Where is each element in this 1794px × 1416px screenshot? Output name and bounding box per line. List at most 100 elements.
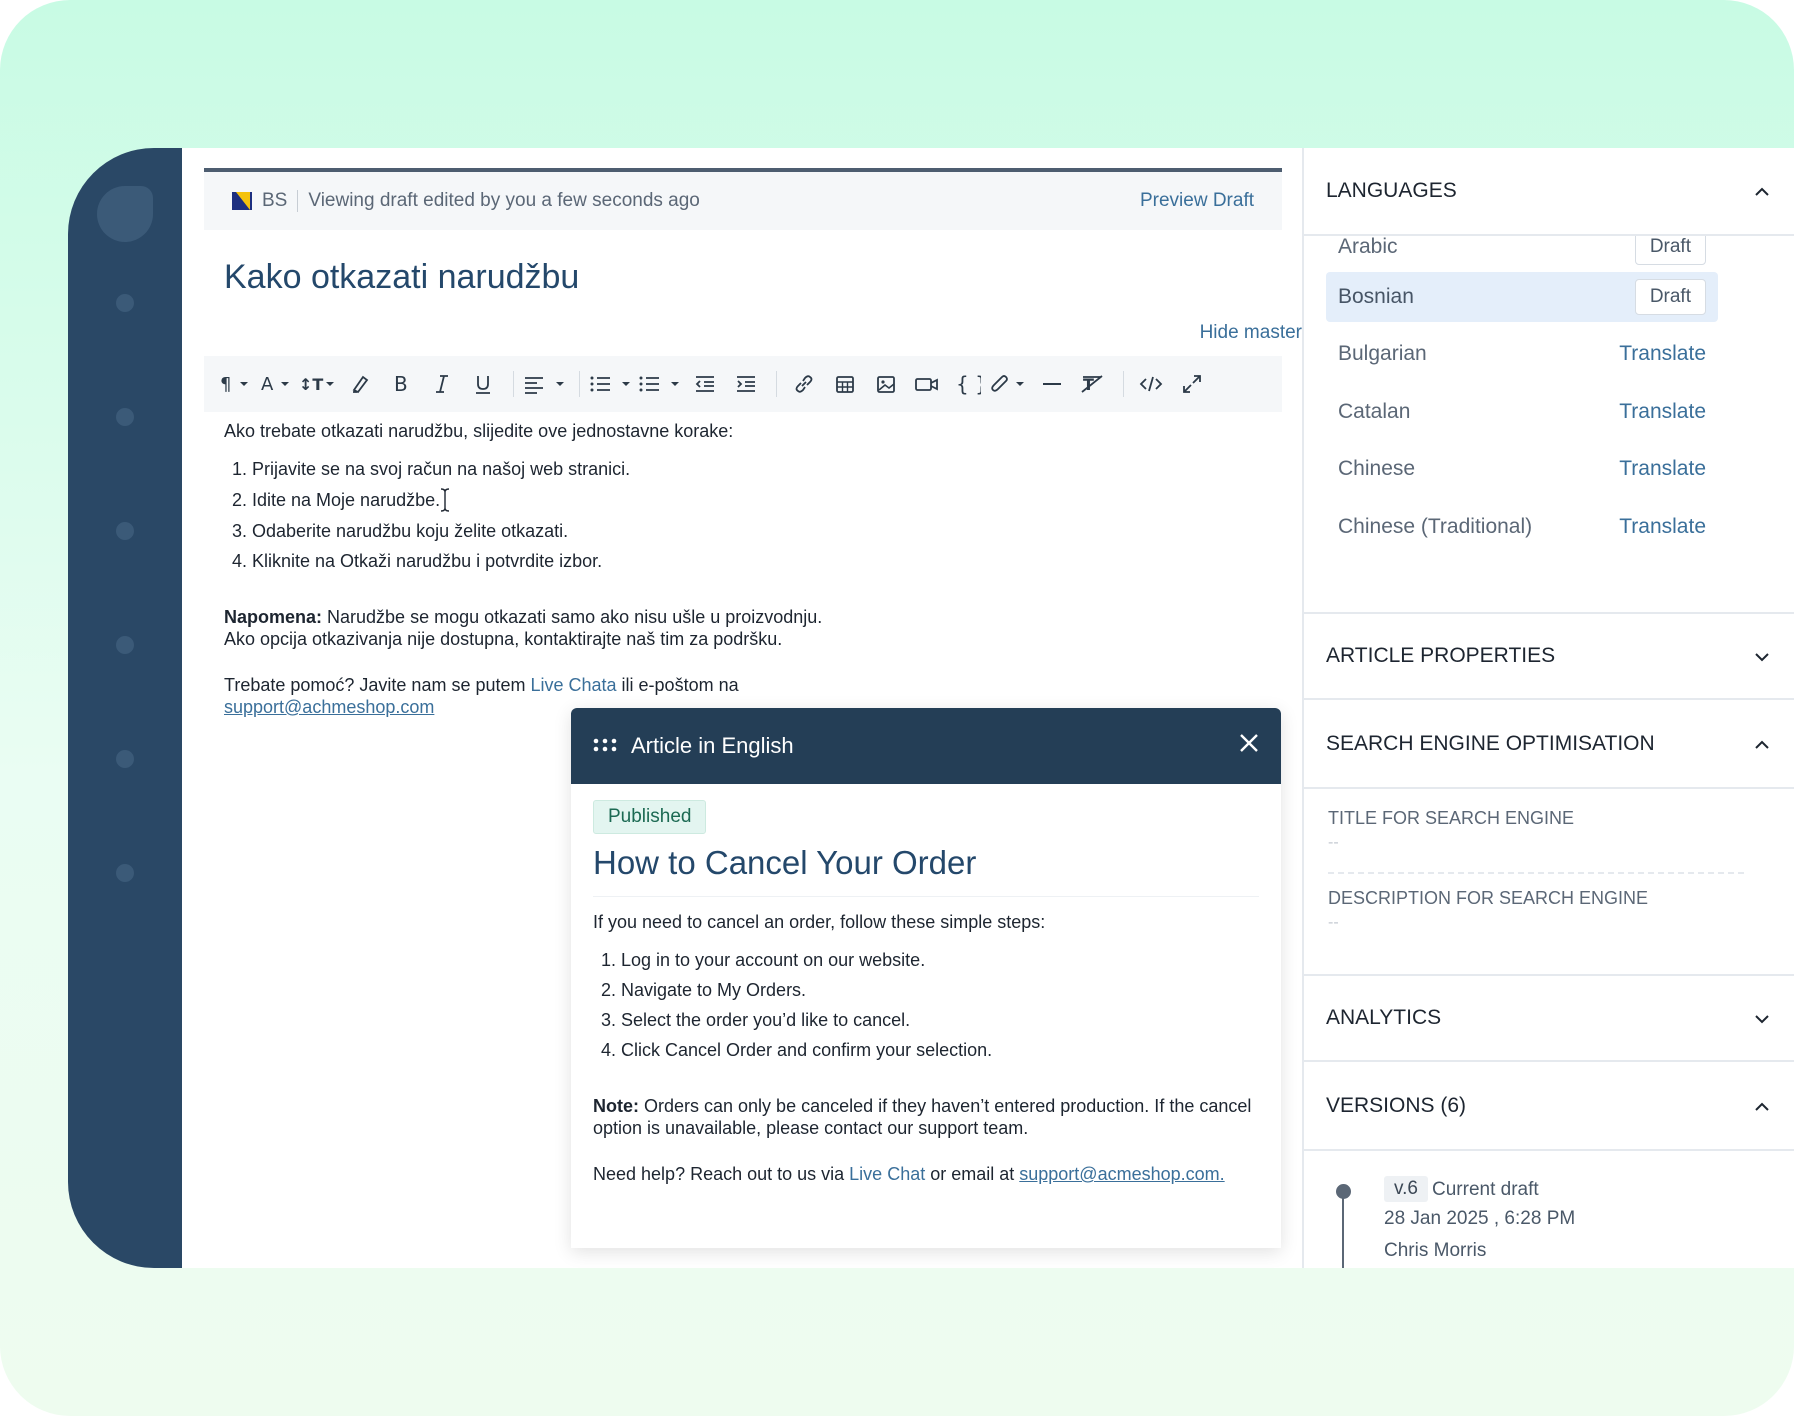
chevron-up-icon[interactable] [1754, 179, 1770, 203]
version-label[interactable]: Current draft [1432, 1179, 1539, 1201]
english-article-title: How to Cancel Your Order [593, 844, 1259, 897]
preview-draft-link[interactable]: Preview Draft [1140, 190, 1254, 212]
english-article-popup: Article in English Published How to Canc… [571, 708, 1281, 1248]
support-email-link[interactable]: support@acmeshop.com. [1019, 1164, 1224, 1184]
indent-icon[interactable] [727, 364, 765, 404]
english-help: Need help? Reach out to us via Live Chat… [593, 1164, 1225, 1184]
article-steps: Prijavite se na svoj račun na našoj web … [224, 458, 1264, 572]
code-block-icon[interactable]: { } [949, 364, 987, 404]
svg-text:B: B [394, 373, 408, 395]
language-row-catalan[interactable]: Catalan Translate [1326, 387, 1718, 437]
live-chat-link[interactable]: Live Chat [849, 1164, 925, 1184]
version-tag[interactable]: v.6 [1384, 1176, 1428, 1202]
seo-title-value[interactable]: -- [1328, 834, 1339, 852]
chevron-down-icon[interactable] [1754, 644, 1770, 668]
seo-section-header[interactable]: SEARCH ENGINE OPTIMISATION [1304, 701, 1794, 789]
sidebar-nav-icon-4[interactable] [116, 636, 134, 654]
article-properties-header[interactable]: ARTICLE PROPERTIES [1304, 612, 1794, 700]
toolbar-separator [513, 371, 514, 397]
popup-header[interactable]: Article in English [571, 708, 1281, 784]
chevron-up-icon[interactable] [1754, 1094, 1770, 1118]
chevron-down-icon[interactable] [1754, 1006, 1770, 1030]
editor-content[interactable]: Ako trebate otkazati narudžbu, slijedite… [224, 420, 1264, 718]
translate-link[interactable]: Translate [1619, 457, 1706, 481]
sidebar-nav-icon-5[interactable] [116, 750, 134, 768]
drag-handle-icon[interactable] [593, 733, 617, 759]
app-frame: BS Viewing draft edited by you a few sec… [0, 0, 1794, 1416]
html-icon[interactable] [1132, 364, 1170, 404]
language-code: BS [262, 190, 299, 212]
text-cursor-icon [440, 488, 450, 512]
clear-format-icon[interactable]: T [1074, 364, 1112, 404]
font-color-icon[interactable]: A [257, 364, 295, 404]
outdent-icon[interactable] [686, 364, 724, 404]
live-chat-link[interactable]: Live Chata [530, 675, 616, 695]
bullet-list-icon[interactable] [588, 364, 634, 404]
list-item: Prijavite se na svoj račun na našoj web … [252, 458, 1264, 480]
attachment-icon[interactable] [990, 364, 1030, 404]
app-logo-icon[interactable] [97, 186, 153, 242]
language-row-bulgarian[interactable]: Bulgarian Translate [1326, 329, 1718, 379]
right-panel: Arabic Draft Bosnian Draft Bulgarian Tra… [1302, 148, 1794, 1268]
underline-icon[interactable] [464, 364, 502, 404]
highlighter-icon[interactable] [341, 364, 379, 404]
editor-toolbar: ¶ A ↕T B {T [204, 356, 1282, 412]
translate-link[interactable]: Translate [1619, 400, 1706, 424]
list-item: Select the order you’d like to cancel. [621, 1009, 1259, 1031]
svg-text:↕T: ↕T [299, 375, 323, 394]
translate-link[interactable]: Translate [1619, 515, 1706, 539]
article-intro: Ako trebate otkazati narudžbu, slijedite… [224, 421, 734, 441]
analytics-section-header[interactable]: ANALYTICS [1304, 974, 1794, 1062]
support-email-link[interactable]: support@achmeshop.com [224, 697, 434, 717]
list-item: Navigate to My Orders. [621, 979, 1259, 1001]
svg-text:¶: ¶ [220, 374, 231, 394]
version-dot-icon [1336, 1184, 1351, 1199]
numbered-list-icon[interactable] [637, 364, 683, 404]
sidebar-nav-icon-3[interactable] [116, 522, 134, 540]
english-note: Note: Orders can only be canceled if the… [593, 1096, 1252, 1138]
language-row-chinese-traditional[interactable]: Chinese (Traditional) Translate [1326, 502, 1718, 552]
article-note: Napomena: Narudžbe se mogu otkazati samo… [224, 607, 823, 649]
draft-banner: BS Viewing draft edited by you a few sec… [204, 168, 1282, 230]
hide-master-link[interactable]: Hide master [1200, 322, 1302, 344]
align-icon[interactable] [522, 364, 568, 404]
versions-section-header[interactable]: VERSIONS (6) [1304, 1063, 1794, 1151]
bold-icon[interactable]: B [382, 364, 420, 404]
video-icon[interactable] [908, 364, 946, 404]
bosnia-flag-icon [232, 192, 252, 210]
sidebar-nav-icon-1[interactable] [116, 294, 134, 312]
seo-description-value[interactable]: -- [1328, 914, 1339, 932]
sidebar-nav-icon-2[interactable] [116, 408, 134, 426]
horizontal-rule-icon[interactable] [1033, 364, 1071, 404]
italic-icon[interactable] [423, 364, 461, 404]
close-icon[interactable] [1239, 733, 1259, 759]
language-row-chinese[interactable]: Chinese Translate [1326, 444, 1718, 494]
language-row-bosnian[interactable]: Bosnian Draft [1326, 272, 1718, 322]
list-item: Log in to your account on our website. [621, 949, 1259, 971]
image-icon[interactable] [867, 364, 905, 404]
draft-button[interactable]: Draft [1634, 279, 1706, 315]
paragraph-icon[interactable]: ¶ [216, 364, 254, 404]
link-icon[interactable] [785, 364, 823, 404]
chevron-up-icon[interactable] [1754, 732, 1770, 756]
toolbar-separator [776, 371, 777, 397]
english-steps: Log in to your account on our website. N… [593, 949, 1259, 1061]
published-badge: Published [593, 800, 707, 834]
version-date: 28 Jan 2025 , 6:28 PM [1384, 1208, 1576, 1229]
field-divider [1328, 872, 1744, 874]
table-icon[interactable] [826, 364, 864, 404]
left-sidebar [68, 148, 182, 1268]
english-article-content: If you need to cancel an order, follow t… [593, 911, 1259, 1185]
font-size-icon[interactable]: ↕T [298, 364, 338, 404]
version-timeline [1342, 1194, 1344, 1268]
toolbar-separator [579, 371, 580, 397]
languages-section-header[interactable]: LANGUAGES [1304, 148, 1794, 236]
fullscreen-icon[interactable] [1173, 364, 1211, 404]
english-intro: If you need to cancel an order, follow t… [593, 912, 1046, 932]
list-item: Odaberite narudžbu koju želite otkazati. [252, 520, 1264, 542]
translate-link[interactable]: Translate [1619, 342, 1706, 366]
list-item: Click Cancel Order and confirm your sele… [621, 1039, 1259, 1061]
list-item: Idite na Moje narudžbe. [252, 488, 1264, 512]
sidebar-nav-icon-6[interactable] [116, 864, 134, 882]
article-title[interactable]: Kako otkazati narudžbu [224, 258, 579, 297]
